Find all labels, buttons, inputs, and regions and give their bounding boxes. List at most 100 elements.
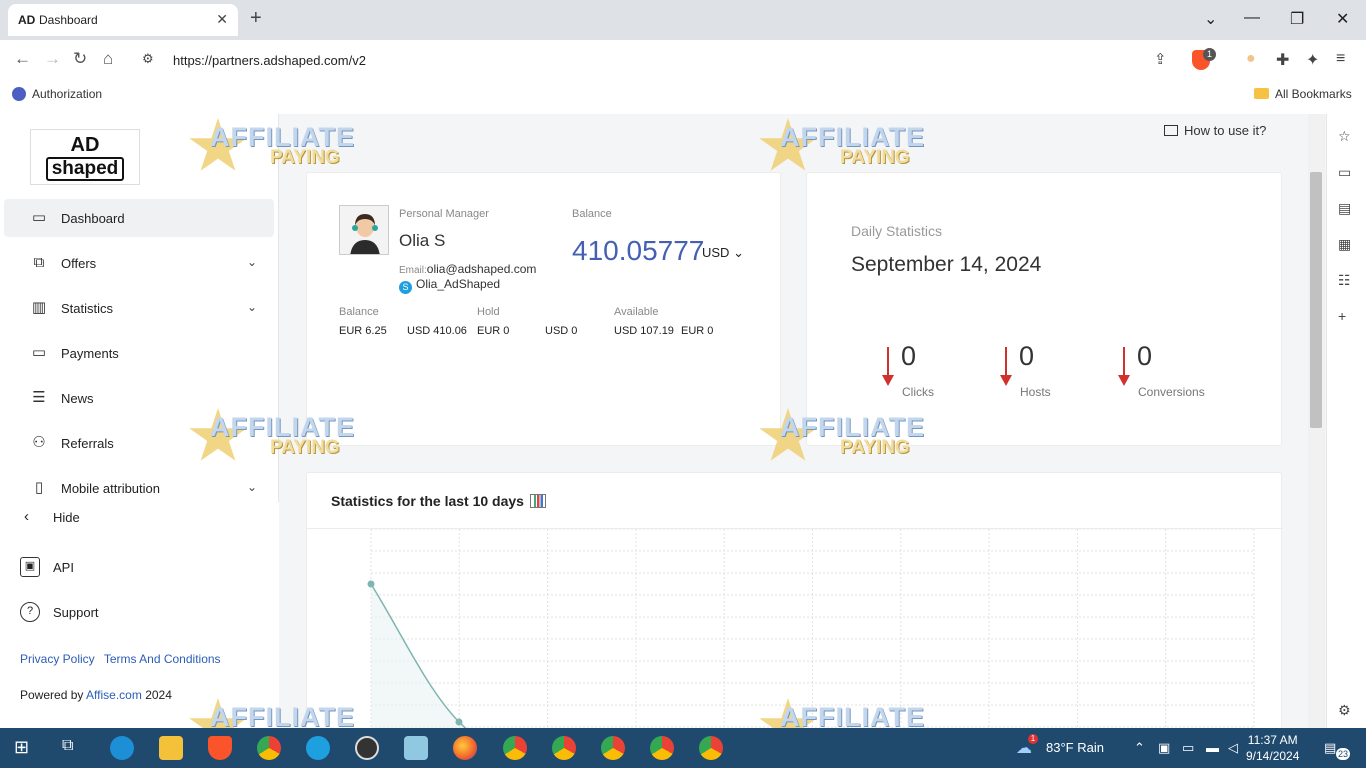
email-value[interactable]: olia@adshaped.com (427, 262, 537, 276)
new-tab-button[interactable]: + (250, 7, 262, 30)
daily-statistics-card: Daily Statistics September 14, 2024 0 Cl… (806, 172, 1282, 446)
sidebar-item-label: News (61, 391, 94, 406)
volume-icon[interactable]: ◁ (1228, 740, 1238, 756)
sidebar-item-statistics[interactable]: ▥ Statistics ⌄ (4, 289, 274, 327)
personal-manager-label: Personal Manager (399, 208, 489, 220)
chrome-profile-icon[interactable] (503, 736, 527, 760)
chrome-icon[interactable] (257, 736, 281, 760)
clock[interactable]: 11:37 AM 9/14/2024 (1246, 732, 1299, 764)
extensions-icon[interactable]: ✚ (1276, 50, 1289, 70)
close-tab-icon[interactable]: ✕ (216, 11, 228, 28)
add-panel-icon[interactable]: + (1338, 308, 1346, 324)
brave-taskbar-icon[interactable] (208, 736, 232, 760)
task-view-icon[interactable]: ⧉ (62, 737, 73, 755)
chrome-profile-icon[interactable] (699, 736, 723, 760)
bar-chart-emoji-icon (529, 494, 546, 508)
tray-overflow-icon[interactable]: ⌃ (1134, 740, 1145, 756)
chrome-profile-icon[interactable] (552, 736, 576, 760)
api-label: API (53, 560, 74, 575)
network-icon[interactable]: ▭ (1182, 740, 1194, 756)
chip-icon: ▣ (20, 557, 40, 577)
tab-favicon: AD (18, 13, 36, 27)
notepad-icon[interactable] (404, 736, 428, 760)
menu-icon[interactable]: ≡ (1336, 50, 1345, 68)
sidebar-item-referrals[interactable]: ⚇ Referrals (4, 424, 274, 462)
all-bookmarks-button[interactable]: All Bookmarks (1254, 87, 1352, 101)
reload-icon[interactable]: ↻ (73, 49, 87, 69)
wallet-panel-icon[interactable]: ▤ (1338, 200, 1351, 217)
weather-badge: 1 (1028, 734, 1038, 744)
wordpress-icon[interactable] (355, 736, 379, 760)
ten-day-statistics-card: Statistics for the last 10 days (306, 472, 1283, 728)
url-text[interactable]: https://partners.adshaped.com/v2 (173, 53, 366, 68)
bookmark-star-icon[interactable]: ☆ (1338, 128, 1351, 145)
skype-taskbar-icon[interactable] (306, 736, 330, 760)
tab-search-icon[interactable]: ⌄ (1204, 9, 1217, 29)
weather-text[interactable]: 83°F Rain (1046, 740, 1104, 755)
bookmark-favicon-icon (12, 87, 26, 101)
page-content: AD shaped ▭ Dashboard ⧉ Offers ⌄ ▥ Stati… (0, 114, 1366, 728)
mobile-icon: ▯ (34, 479, 44, 496)
hide-label: Hide (53, 510, 80, 525)
notifications-icon[interactable]: ▤ (1324, 740, 1336, 756)
logo-top-text: AD (70, 134, 100, 156)
reading-list-icon[interactable]: ☷ (1338, 272, 1351, 289)
file-explorer-icon[interactable] (159, 736, 183, 760)
address-bar[interactable]: ⚙ https://partners.adshaped.com/v2 ⇪ (134, 46, 1224, 74)
brave-shields-badge: 1 (1203, 48, 1216, 61)
how-to-use-link[interactable]: How to use it? (1164, 123, 1266, 138)
manager-name: Olia S (399, 231, 446, 250)
home-icon[interactable]: ⌂ (103, 49, 113, 69)
sidebar-item-payments[interactable]: ▭ Payments (4, 334, 274, 372)
minimize-button[interactable]: — (1244, 9, 1260, 27)
privacy-policy-link[interactable]: Privacy Policy (20, 652, 95, 666)
api-link[interactable]: ▣ API (20, 557, 120, 578)
edge-icon[interactable] (110, 736, 134, 760)
book-icon (1164, 125, 1178, 136)
stat-conversions: 0 Conversions (1117, 341, 1237, 403)
terms-link[interactable]: Terms And Conditions (104, 652, 221, 666)
site-info-icon[interactable]: ⚙ (142, 51, 154, 67)
reading-icon[interactable]: ▭ (1338, 164, 1351, 181)
statistics-chart (367, 529, 1255, 728)
balance-usd: USD 410.06 (407, 325, 467, 337)
sidebar-item-label: Dashboard (61, 211, 125, 226)
bookmark-authorization[interactable]: Authorization (12, 87, 102, 101)
manager-avatar (339, 205, 389, 255)
balance-amount: 410.05777 (572, 235, 705, 266)
sidebar-item-offers[interactable]: ⧉ Offers ⌄ (4, 244, 274, 282)
support-link[interactable]: ? Support (20, 602, 140, 623)
sidebar-item-dashboard[interactable]: ▭ Dashboard (4, 199, 274, 237)
skype-value[interactable]: Olia_AdShaped (416, 277, 500, 291)
wallet-icon[interactable]: ● (1246, 50, 1256, 68)
clock-time: 11:37 AM (1247, 733, 1298, 747)
chrome-profile-icon[interactable] (601, 736, 625, 760)
firefox-icon[interactable] (453, 736, 477, 760)
scrollbar-thumb[interactable] (1310, 172, 1322, 428)
chrome-profile-icon[interactable] (650, 736, 674, 760)
daily-statistics-date: September 14, 2024 (851, 253, 1042, 276)
sidebar-item-news[interactable]: ☰ News (4, 379, 274, 417)
currency-select[interactable]: USD ⌄ (702, 245, 744, 261)
close-window-button[interactable]: ✕ (1336, 9, 1349, 29)
hold-eur: EUR 0 (477, 325, 510, 337)
back-icon[interactable]: ← (14, 49, 31, 69)
adshaped-logo[interactable]: AD shaped (30, 129, 140, 185)
chart-title: Statistics for the last 10 days (331, 493, 546, 509)
arrow-down-icon (999, 347, 1013, 387)
bookmarks-panel-icon[interactable]: ▦ (1338, 236, 1351, 253)
forward-icon[interactable]: → (44, 49, 61, 69)
affise-link[interactable]: Affise.com (86, 688, 142, 702)
arrow-down-icon (881, 347, 895, 387)
chevron-left-icon: ‹ (24, 508, 29, 525)
battery-icon[interactable]: ▬ (1206, 740, 1219, 755)
restore-button[interactable]: ❐ (1290, 9, 1304, 29)
leo-icon[interactable]: ✦ (1306, 50, 1319, 70)
sidebar-item-label: Payments (61, 346, 119, 361)
settings-gear-icon[interactable]: ⚙ (1338, 702, 1351, 719)
tab-dashboard[interactable]: AD Dashboard ✕ (8, 4, 238, 36)
windows-start-icon[interactable]: ⊞ (14, 737, 29, 758)
share-icon[interactable]: ⇪ (1154, 50, 1167, 68)
meet-icon[interactable]: ▣ (1158, 740, 1170, 756)
available-usd: USD 107.19 (614, 325, 674, 337)
